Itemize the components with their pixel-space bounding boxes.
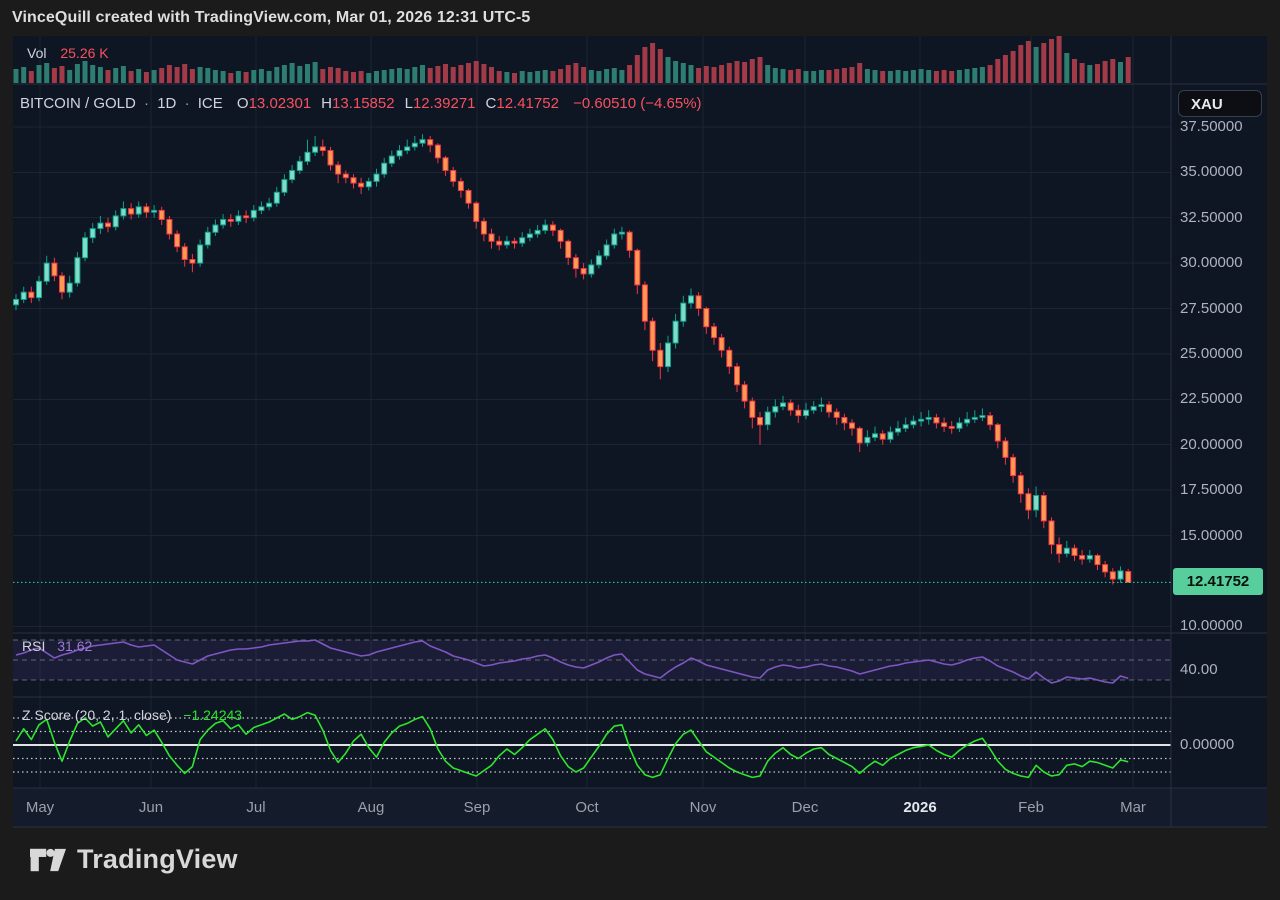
tradingview-logo-text: TradingView — [77, 844, 238, 875]
zscore-legend[interactable]: Z Score (20, 2, 1, close) −1.24243 — [22, 707, 242, 723]
price-axis-label: 30.00000 — [1180, 253, 1264, 273]
time-axis-label: Jul — [246, 798, 265, 818]
time-axis-label: Feb — [1018, 798, 1044, 818]
time-axis-label: Sep — [464, 798, 491, 818]
zscore-label[interactable]: Z Score (20, 2, 1, close) — [22, 707, 171, 723]
exchange-label: ICE — [198, 95, 223, 112]
volume-label: Vol — [27, 45, 46, 61]
change-value: −0.60510 (−4.65%) — [573, 95, 701, 112]
price-axis-label: 17.50000 — [1180, 480, 1264, 500]
interval-label[interactable]: 1D — [157, 95, 176, 112]
ohlc-field: L12.39271 — [405, 95, 476, 112]
rsi-label[interactable]: RSI — [22, 638, 45, 654]
time-axis-label: Dec — [792, 798, 819, 818]
price-axis-label: 10.00000 — [1180, 616, 1264, 636]
volume-legend[interactable]: Vol 25.26 K — [27, 45, 109, 61]
zscore-value: −1.24243 — [183, 707, 242, 723]
price-axis-label: 22.50000 — [1180, 389, 1264, 409]
legend-separator: · — [140, 95, 153, 112]
tradingview-logo[interactable]: TradingView — [30, 844, 238, 875]
rsi-value: 31.62 — [57, 638, 92, 654]
ohlc-field: O13.02301 — [237, 95, 311, 112]
price-axis-label: 25.00000 — [1180, 344, 1264, 364]
price-axis-label: 32.50000 — [1180, 208, 1264, 228]
tradingview-logo-icon — [30, 845, 66, 875]
time-axis-label: Aug — [358, 798, 385, 818]
symbol-title[interactable]: BITCOIN / GOLD — [20, 95, 136, 112]
ohlc-field: H13.15852 — [321, 95, 394, 112]
ohlc-field: C12.41752 — [486, 95, 559, 112]
zscore-axis-label: 0.00000 — [1180, 735, 1264, 755]
symbol-legend[interactable]: BITCOIN / GOLD · 1D · ICE O13.02301 H13.1… — [20, 95, 702, 112]
price-axis-label: 27.50000 — [1180, 299, 1264, 319]
quote-currency-badge[interactable]: XAU — [1178, 90, 1262, 117]
current-price-label: 12.41752 — [1173, 568, 1263, 595]
time-axis-label: Jun — [139, 798, 163, 818]
time-axis-label: Mar — [1120, 798, 1146, 818]
ohlc-fields: O13.02301 H13.15852 L12.39271 C12.41752 — [227, 95, 559, 112]
time-axis-label: Nov — [690, 798, 717, 818]
price-axis-label: 37.50000 — [1180, 117, 1264, 137]
time-axis-label: Oct — [575, 798, 598, 818]
time-axis-label: May — [26, 798, 54, 818]
price-axis-label: 15.00000 — [1180, 526, 1264, 546]
price-axis-label: 20.00000 — [1180, 435, 1264, 455]
time-axis-label: 2026 — [903, 798, 936, 818]
price-axis-label: 35.00000 — [1180, 162, 1264, 182]
tradingview-snapshot: VinceQuill created with TradingView.com,… — [0, 0, 1280, 900]
rsi-axis-label: 40.00 — [1180, 660, 1264, 680]
rsi-legend[interactable]: RSI 31.62 — [22, 638, 92, 654]
chart-canvas[interactable] — [0, 0, 1280, 900]
legend-separator: · — [181, 95, 194, 112]
volume-value: 25.26 K — [60, 45, 108, 61]
